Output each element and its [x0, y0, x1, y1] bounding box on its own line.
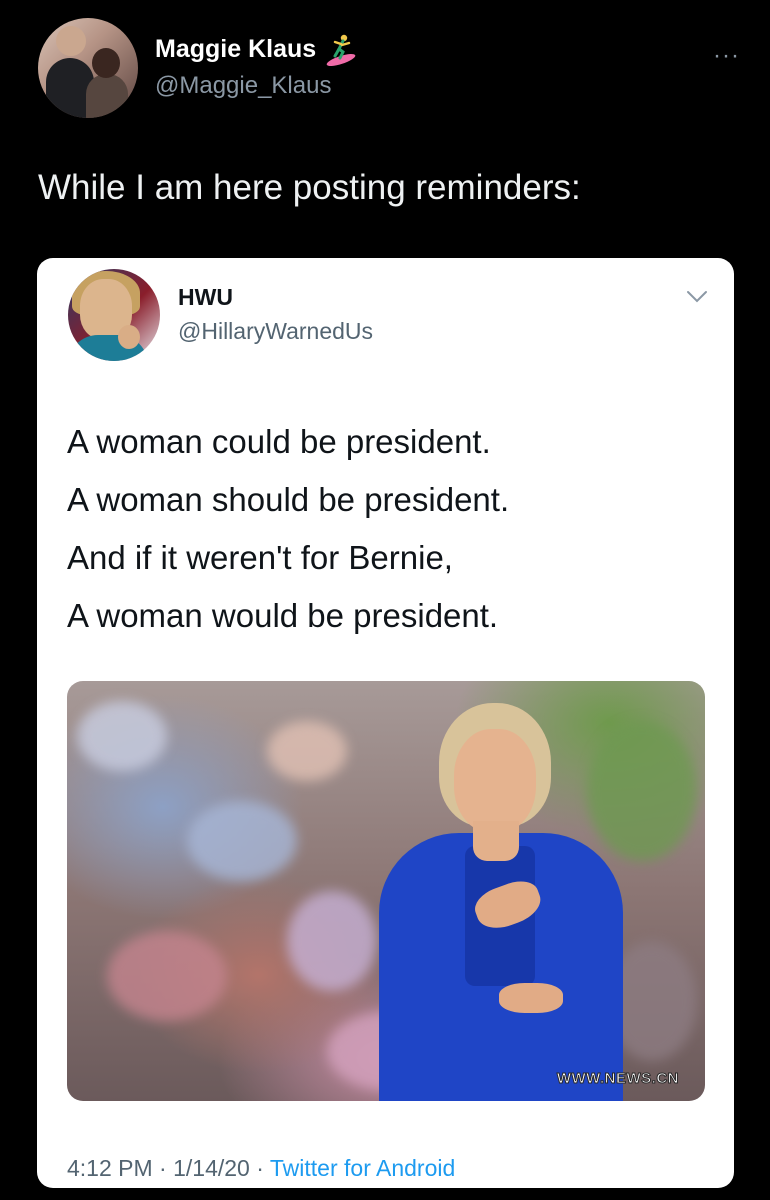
quote-line: A woman could be president.	[67, 423, 491, 460]
quoted-author-name[interactable]: HWU	[178, 284, 233, 311]
quoted-author-handle[interactable]: @HillaryWarnedUs	[178, 318, 373, 345]
author-avatar[interactable]	[38, 18, 138, 118]
tweet-source-link[interactable]: Twitter for Android	[270, 1155, 455, 1181]
tweet-photo[interactable]: WWW.NEWS.CN	[67, 681, 705, 1101]
tweet-metadata: 4:12 PM · 1/14/20 · Twitter for Android	[67, 1155, 455, 1182]
separator: ·	[256, 1155, 264, 1181]
quoted-tweet-text: A woman could be president. A woman shou…	[67, 413, 707, 645]
author-display-name[interactable]: Maggie Klaus	[155, 35, 316, 64]
tweet-date[interactable]: 1/14/20	[173, 1155, 250, 1181]
post-header: Maggie Klaus @Maggie_Klaus ···	[38, 18, 740, 120]
more-options-icon[interactable]: ···	[713, 42, 740, 70]
quoted-tweet-card[interactable]: HWU @HillaryWarnedUs A woman could be pr…	[37, 258, 734, 1188]
quote-line: A woman should be president.	[67, 481, 510, 518]
tweet-time[interactable]: 4:12 PM	[67, 1155, 153, 1181]
photo-watermark: WWW.NEWS.CN	[556, 1070, 679, 1088]
person-surfing-icon	[326, 34, 356, 66]
author-handle[interactable]: @Maggie_Klaus	[155, 72, 331, 100]
author-name-line[interactable]: Maggie Klaus	[155, 32, 358, 66]
quoted-author-avatar[interactable]	[68, 269, 160, 361]
chevron-down-icon[interactable]	[686, 290, 708, 304]
post-text: While I am here posting reminders:	[38, 168, 581, 207]
separator: ·	[159, 1155, 167, 1181]
quote-line: A woman would be president.	[67, 597, 499, 634]
quote-line: And if it weren't for Bernie,	[67, 539, 453, 576]
